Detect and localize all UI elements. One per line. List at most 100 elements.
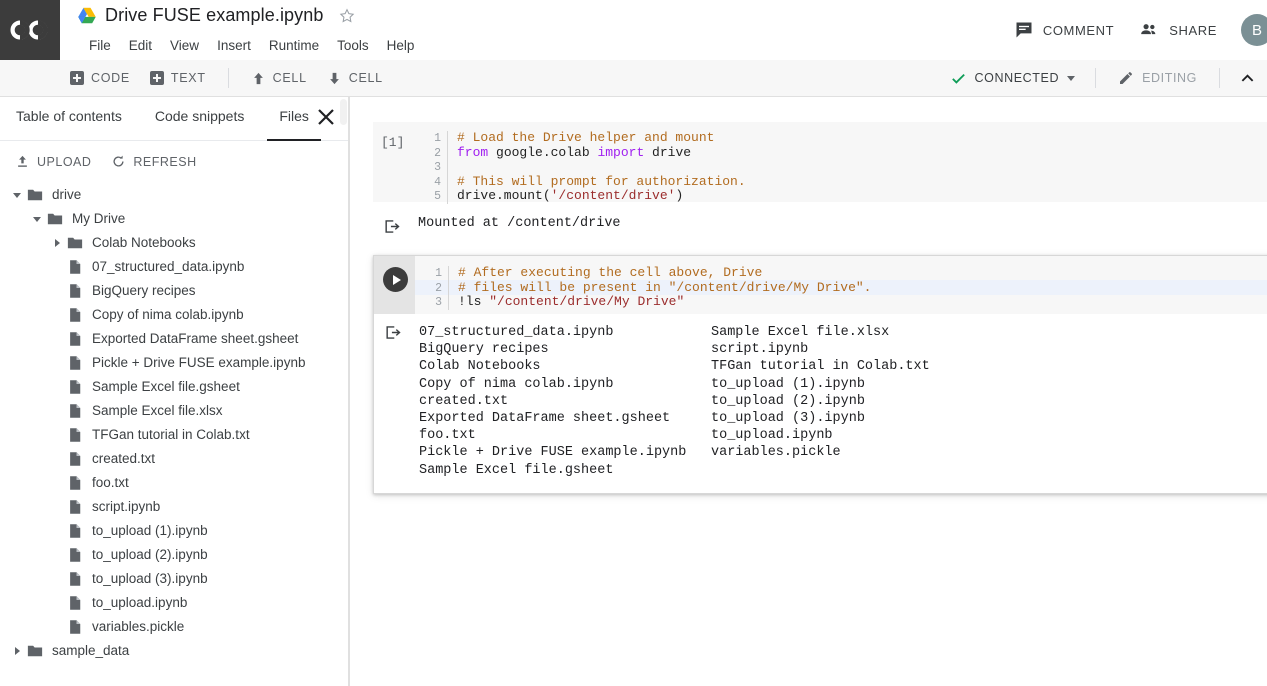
menu-item-tools[interactable]: Tools — [328, 35, 378, 56]
chevron-right-icon[interactable] — [48, 234, 66, 252]
menu-item-runtime[interactable]: Runtime — [260, 35, 328, 56]
tree-file-row[interactable]: foo.txt — [0, 471, 348, 495]
code-line-text: # After executing the cell above, Drive — [448, 265, 1267, 281]
menu-item-view[interactable]: View — [161, 35, 208, 56]
colab-logo-icon — [10, 20, 48, 40]
menu-item-edit[interactable]: Edit — [120, 35, 161, 56]
tree-folder-row[interactable]: My Drive — [0, 207, 348, 231]
connection-status-button[interactable]: CONNECTED — [942, 66, 1084, 91]
tree-file-row[interactable]: to_upload (1).ipynb — [0, 519, 348, 543]
code-editor-2[interactable]: 1 # After executing the cell above, Drive… — [374, 256, 1267, 314]
chevron-down-icon[interactable] — [28, 210, 46, 228]
add-text-cell-button[interactable]: TEXT — [140, 67, 216, 89]
tab-files[interactable]: Files — [267, 97, 321, 141]
people-icon — [1141, 24, 1156, 35]
tree-folder-row[interactable]: sample_data — [0, 639, 348, 663]
line-number: 1 — [435, 267, 442, 280]
tree-file-row[interactable]: to_upload (2).ipynb — [0, 543, 348, 567]
tree-file-row[interactable]: created.txt — [0, 447, 348, 471]
star-outline-icon[interactable] — [338, 7, 356, 25]
toolbar-divider — [1095, 68, 1097, 88]
chevron-down-icon[interactable] — [8, 186, 26, 204]
upload-button[interactable]: UPLOAD — [8, 150, 98, 173]
file-icon — [70, 428, 81, 442]
tree-file-row[interactable]: Pickle + Drive FUSE example.ipynb — [0, 351, 348, 375]
side-panel-scrollbar[interactable] — [340, 99, 347, 125]
code-line-text: !ls "/content/drive/My Drive" — [448, 294, 1267, 310]
tree-file-row[interactable]: Sample Excel file.xlsx — [0, 399, 348, 423]
tree-file-row[interactable]: to_upload (3).ipynb — [0, 567, 348, 591]
tree-item-label: TFGan tutorial in Colab.txt — [92, 427, 250, 443]
tab-code-snippets[interactable]: Code snippets — [155, 97, 245, 141]
tree-item-label: to_upload (3).ipynb — [92, 571, 208, 587]
menu-item-insert[interactable]: Insert — [208, 35, 260, 56]
close-icon — [318, 109, 334, 125]
comment-button[interactable]: COMMENT — [1002, 13, 1126, 47]
code-line: 5 drive.mount('/content/drive') — [425, 188, 746, 204]
editing-mode-button[interactable]: EDITING — [1108, 66, 1207, 90]
tree-file-row[interactable]: 07_structured_data.ipynb — [0, 255, 348, 279]
tree-folder-row[interactable]: drive — [0, 183, 348, 207]
file-icon — [70, 284, 81, 298]
move-cell-up-button[interactable]: CELL — [241, 67, 317, 90]
tree-file-row[interactable]: variables.pickle — [0, 615, 348, 639]
file-icon — [70, 260, 81, 274]
toolbar-divider — [227, 68, 229, 88]
upload-icon — [18, 155, 27, 167]
line-number: 2 — [435, 281, 442, 295]
code-cell-2[interactable]: 1 # After executing the cell above, Drive… — [373, 255, 1267, 494]
files-panel-actions: UPLOAD REFRESH — [0, 141, 348, 177]
tree-item-label: Sample Excel file.gsheet — [92, 379, 240, 395]
file-icon — [70, 500, 81, 514]
header-actions: COMMENT SHARE B — [1002, 0, 1267, 60]
chevron-right-icon[interactable] — [8, 642, 26, 660]
code-line: 2 # files will be present in "/content/dr… — [426, 280, 1267, 295]
plus-icon — [149, 71, 164, 85]
line-number: 1 — [434, 132, 441, 145]
tree-item-label: 07_structured_data.ipynb — [92, 259, 245, 275]
collapse-toolbar-button[interactable] — [1232, 65, 1263, 92]
tree-file-row[interactable]: Exported DataFrame sheet.gsheet — [0, 327, 348, 351]
tree-item-label: sample_data — [52, 643, 130, 659]
connected-label: CONNECTED — [974, 71, 1060, 85]
share-button[interactable]: SHARE — [1126, 13, 1229, 47]
tree-file-row[interactable]: Copy of nima colab.ipynb — [0, 303, 348, 327]
menu-item-help[interactable]: Help — [378, 35, 424, 56]
code-line: 4 # This will prompt for authorization. — [425, 174, 746, 189]
code-cell-1[interactable]: [1] 1 # Load the Drive helper and mount 2 f… — [373, 122, 1267, 204]
move-cell-down-button[interactable]: CELL — [317, 67, 393, 90]
files-side-panel: Table of contents Code snippets Files UP… — [0, 97, 348, 686]
menu-item-file[interactable]: File — [80, 35, 120, 56]
page-title[interactable]: Drive FUSE example.ipynb — [105, 5, 323, 26]
close-panel-button[interactable] — [314, 105, 338, 129]
avatar[interactable]: B — [1241, 14, 1267, 46]
arrow-up-icon — [253, 72, 263, 84]
file-icon — [70, 476, 81, 490]
tree-item-label: foo.txt — [92, 475, 129, 491]
code-lines-2[interactable]: 1 # After executing the cell above, Drive… — [426, 265, 1267, 310]
tab-table-of-contents[interactable]: Table of contents — [16, 97, 122, 141]
file-icon — [70, 524, 81, 538]
tree-file-row[interactable]: Sample Excel file.gsheet — [0, 375, 348, 399]
comment-label: COMMENT — [1042, 22, 1115, 38]
tree-file-row[interactable]: to_upload.ipynb — [0, 591, 348, 615]
avatar-initial: B — [1251, 21, 1262, 39]
tree-file-row[interactable]: BigQuery recipes — [0, 279, 348, 303]
add-code-label: CODE — [91, 71, 130, 85]
tree-folder-row[interactable]: Colab Notebooks — [0, 231, 348, 255]
add-code-cell-button[interactable]: CODE — [60, 67, 140, 89]
code-editor-1[interactable]: 1 # Load the Drive helper and mount 2 from … — [425, 130, 746, 204]
run-cell-button[interactable] — [383, 267, 408, 292]
output-arrow-icon — [383, 217, 402, 241]
arrow-down-icon — [329, 72, 339, 84]
file-icon — [70, 572, 81, 586]
notebook-area: [1] 1 # Load the Drive helper and mount 2 f… — [350, 97, 1267, 686]
refresh-button[interactable]: REFRESH — [104, 150, 203, 173]
tree-file-row[interactable]: script.ipynb — [0, 495, 348, 519]
tree-file-row[interactable]: TFGan tutorial in Colab.txt — [0, 423, 348, 447]
colab-logo[interactable] — [0, 0, 60, 60]
